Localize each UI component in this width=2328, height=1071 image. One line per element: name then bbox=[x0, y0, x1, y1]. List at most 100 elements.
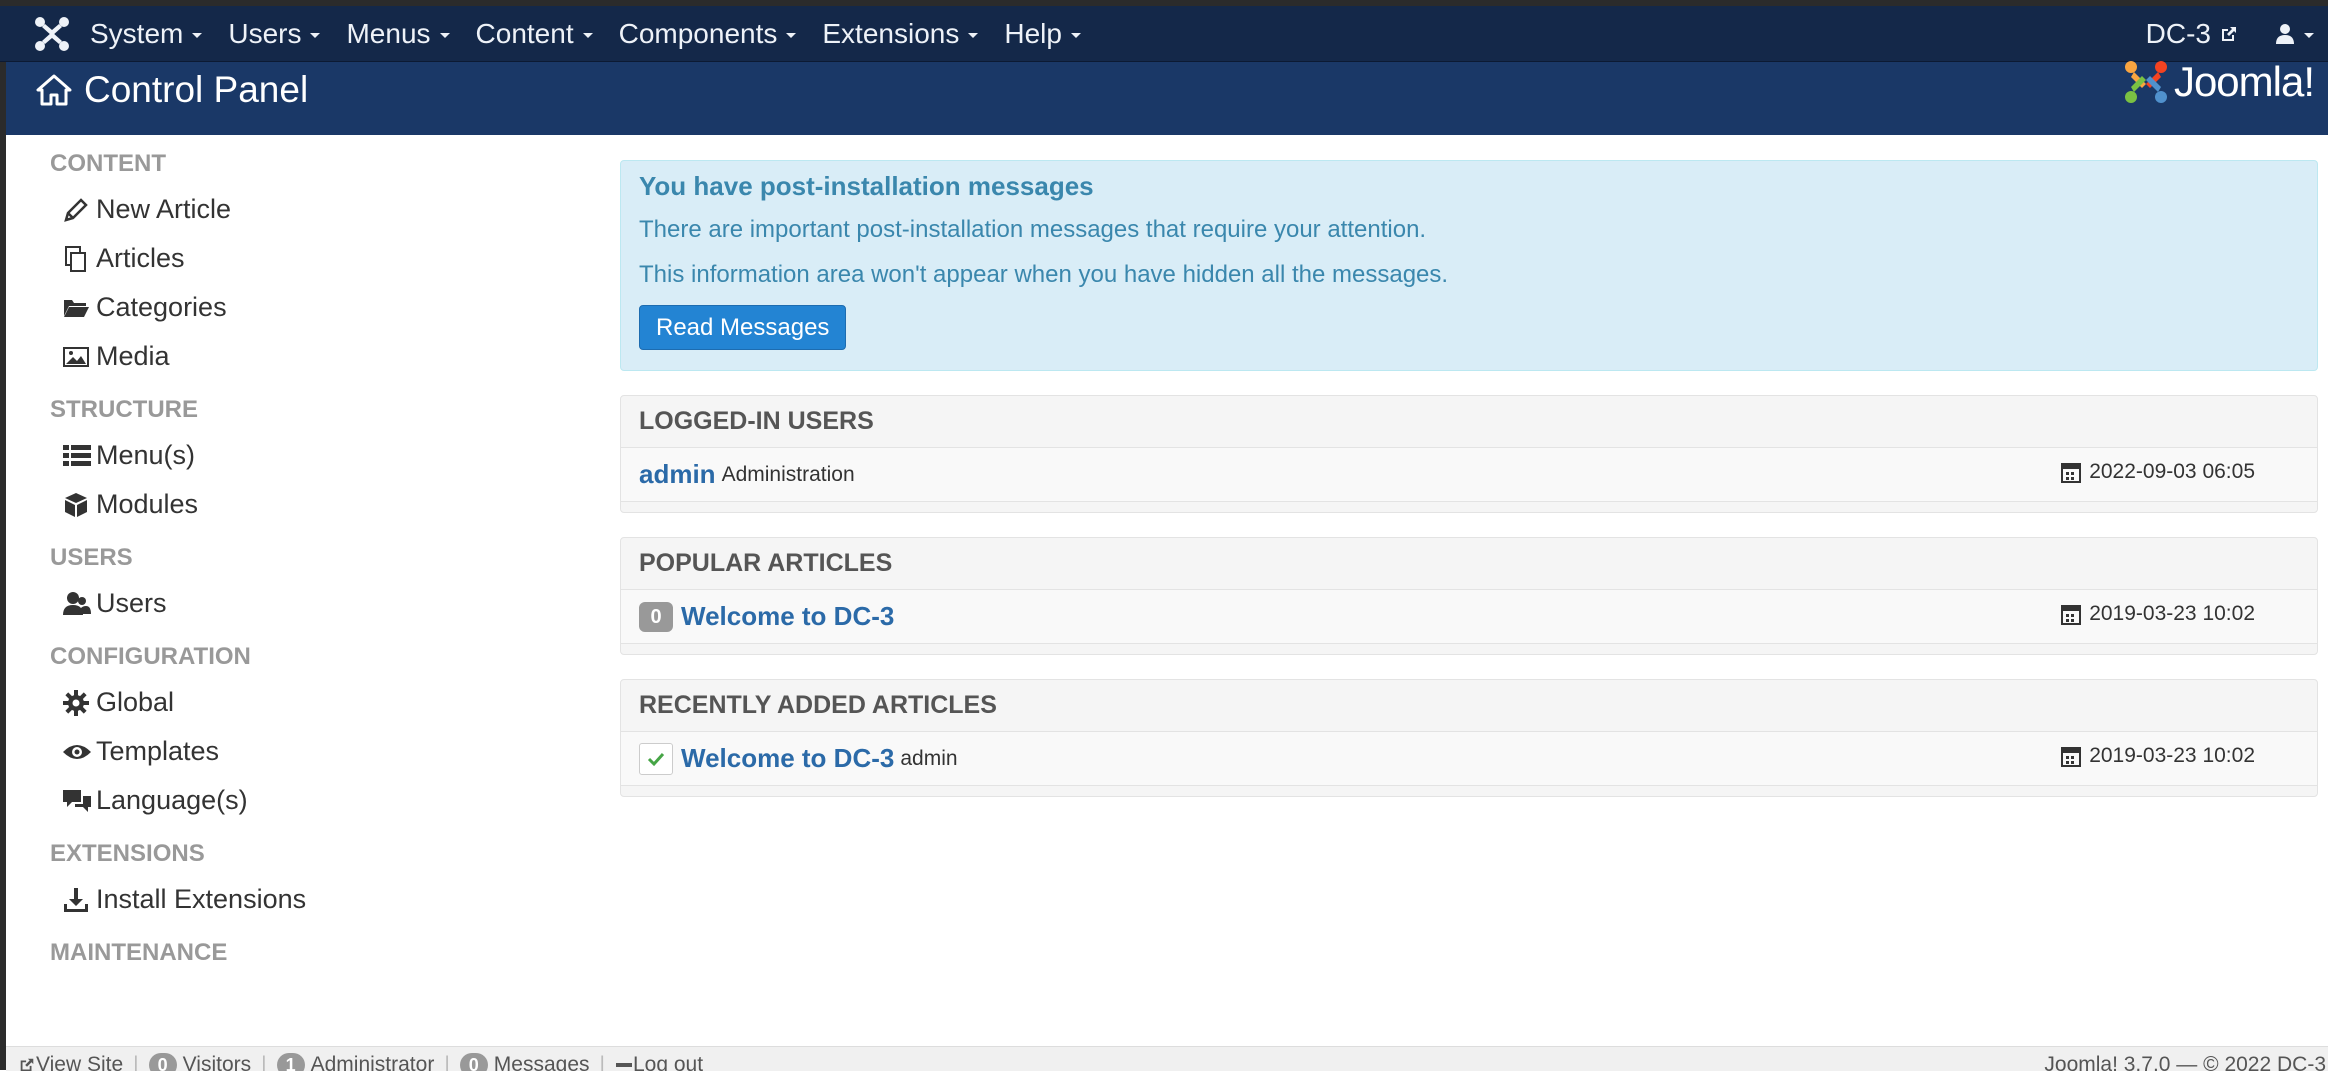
left-edge-strip bbox=[0, 62, 6, 1070]
page-header: Control Panel Joomla! bbox=[6, 58, 2328, 135]
site-name: DC-3 bbox=[2145, 18, 2211, 49]
sidebar-item-label: Language(s) bbox=[96, 785, 248, 815]
sidebar-item-install-extensions[interactable]: Install Extensions bbox=[62, 882, 570, 917]
logged-in-users-panel: LOGGED-IN USERS admin Administration 202… bbox=[620, 395, 2318, 513]
page-title-text: Control Panel bbox=[84, 69, 309, 110]
panel-heading: LOGGED-IN USERS bbox=[621, 396, 2317, 448]
messages-badge: 0 bbox=[459, 1053, 488, 1071]
visitors-status[interactable]: 0 Visitors bbox=[148, 1053, 252, 1071]
joomla-wordmark: Joomla! bbox=[2173, 58, 2315, 105]
menu-content-label: Content bbox=[475, 18, 574, 49]
sidebar-item-languages[interactable]: Language(s) bbox=[62, 783, 570, 818]
calendar-icon bbox=[2061, 747, 2082, 767]
caret-down-icon bbox=[192, 33, 203, 38]
popular-articles-panel: POPULAR ARTICLES 0 Welcome to DC-3 2019-… bbox=[620, 537, 2318, 655]
version-copyright: Joomla! 3.7.0 — © 2022 DC-3 bbox=[2044, 1053, 2326, 1071]
menu-extensions[interactable]: Extensions bbox=[808, 6, 990, 61]
menu-system-label: System bbox=[90, 18, 184, 49]
list-item: Welcome to DC-3 admin 2019-03-23 10:02 bbox=[621, 732, 2317, 786]
logout-link[interactable]: Log out bbox=[615, 1053, 703, 1071]
status-bar: View Site | 0 Visitors | 1 Administrator… bbox=[6, 1046, 2328, 1071]
user-area: Administration bbox=[721, 462, 855, 486]
joomla-logo-icon bbox=[2124, 61, 2167, 103]
site-link[interactable]: DC-3 bbox=[2146, 9, 2275, 58]
sidebar-heading-users: USERS bbox=[50, 544, 133, 571]
alert-text-2: This information area won't appear when … bbox=[639, 261, 1449, 288]
menu-content[interactable]: Content bbox=[462, 6, 605, 61]
sidebar-heading-configuration: CONFIGURATION bbox=[50, 643, 251, 670]
date-text: 2019-03-23 10:02 bbox=[2089, 744, 2255, 767]
status-left: View Site | 0 Visitors | 1 Administrator… bbox=[18, 1053, 703, 1071]
copy-icon bbox=[62, 242, 96, 276]
joomla-logo: Joomla! bbox=[2122, 58, 2315, 106]
alert-title: You have post-installation messages bbox=[639, 171, 1094, 201]
visitors-badge: 0 bbox=[148, 1053, 177, 1071]
caret-down-icon bbox=[439, 33, 450, 38]
date-cell: 2019-03-23 10:02 bbox=[2061, 744, 2255, 768]
page-title: Control Panel bbox=[36, 64, 308, 116]
joomla-menu-icon[interactable] bbox=[34, 16, 70, 52]
messages-label: Messages bbox=[493, 1053, 590, 1071]
article-link[interactable]: Welcome to DC-3 bbox=[681, 601, 894, 632]
menu-users[interactable]: Users bbox=[214, 6, 332, 61]
view-site-link[interactable]: View Site bbox=[18, 1053, 123, 1071]
sidebar: CONTENT New Article Articles Categories … bbox=[30, 150, 570, 1040]
cube-icon bbox=[62, 488, 96, 522]
folder-open-icon bbox=[62, 291, 96, 325]
caret-down-icon bbox=[2304, 33, 2314, 38]
home-icon bbox=[36, 74, 72, 106]
admin-label: Administrator bbox=[310, 1053, 435, 1071]
menu-users-label: Users bbox=[228, 18, 302, 49]
external-link-icon bbox=[2222, 26, 2236, 41]
list-item: admin Administration 2022-09-03 06:05 bbox=[621, 448, 2317, 502]
user-icon bbox=[2276, 23, 2294, 44]
menu-extensions-label: Extensions bbox=[822, 18, 960, 49]
sidebar-item-label: Users bbox=[96, 588, 167, 618]
sidebar-item-categories[interactable]: Categories bbox=[62, 290, 570, 325]
panel-heading: POPULAR ARTICLES bbox=[621, 538, 2317, 590]
date-text: 2022-09-03 06:05 bbox=[2089, 460, 2255, 483]
article-link[interactable]: Welcome to DC-3 bbox=[681, 743, 894, 774]
minus-icon bbox=[615, 1063, 632, 1067]
sidebar-item-modules[interactable]: Modules bbox=[62, 487, 570, 522]
caret-down-icon bbox=[310, 33, 321, 38]
view-site-label: View Site bbox=[36, 1053, 124, 1071]
menu-components[interactable]: Components bbox=[605, 6, 809, 61]
main-menu: System Users Menus Content Components Ex… bbox=[76, 6, 1093, 61]
article-author: admin bbox=[900, 746, 958, 770]
recent-articles-panel: RECENTLY ADDED ARTICLES Welcome to DC-3 … bbox=[620, 679, 2318, 797]
admin-badge: 1 bbox=[276, 1053, 305, 1071]
user-menu[interactable] bbox=[2275, 23, 2314, 45]
top-navbar: System Users Menus Content Components Ex… bbox=[0, 6, 2328, 62]
sidebar-item-label: Media bbox=[96, 341, 170, 371]
sidebar-item-global[interactable]: Global bbox=[62, 685, 570, 720]
menu-help[interactable]: Help bbox=[990, 6, 1093, 61]
sidebar-item-articles[interactable]: Articles bbox=[62, 241, 570, 276]
panel-heading: RECENTLY ADDED ARTICLES bbox=[621, 680, 2317, 732]
sidebar-item-media[interactable]: Media bbox=[62, 339, 570, 374]
sidebar-item-label: Articles bbox=[96, 243, 185, 273]
calendar-icon bbox=[2061, 463, 2082, 483]
read-messages-button[interactable]: Read Messages bbox=[639, 305, 847, 350]
administrators-status[interactable]: 1 Administrator bbox=[276, 1053, 435, 1071]
hits-badge: 0 bbox=[639, 601, 673, 632]
sidebar-item-new-article[interactable]: New Article bbox=[62, 192, 570, 227]
messages-status[interactable]: 0 Messages bbox=[459, 1053, 590, 1071]
sidebar-item-label: Categories bbox=[96, 292, 227, 322]
menu-menus[interactable]: Menus bbox=[332, 6, 461, 61]
visitors-label: Visitors bbox=[182, 1053, 252, 1071]
date-cell: 2019-03-23 10:02 bbox=[2061, 602, 2255, 626]
menu-system[interactable]: System bbox=[76, 6, 214, 61]
list-icon bbox=[62, 439, 96, 473]
image-icon bbox=[62, 340, 96, 374]
logout-label: Log out bbox=[632, 1053, 704, 1071]
published-check-icon[interactable] bbox=[639, 742, 673, 775]
sidebar-item-templates[interactable]: Templates bbox=[62, 734, 570, 769]
date-cell: 2022-09-03 06:05 bbox=[2061, 460, 2255, 484]
user-link[interactable]: admin bbox=[639, 459, 716, 490]
sidebar-item-menus[interactable]: Menu(s) bbox=[62, 438, 570, 473]
sidebar-item-users[interactable]: Users bbox=[62, 586, 570, 621]
sidebar-heading-content: CONTENT bbox=[50, 150, 166, 177]
external-link-icon bbox=[20, 1058, 34, 1071]
comments-icon bbox=[62, 784, 96, 818]
